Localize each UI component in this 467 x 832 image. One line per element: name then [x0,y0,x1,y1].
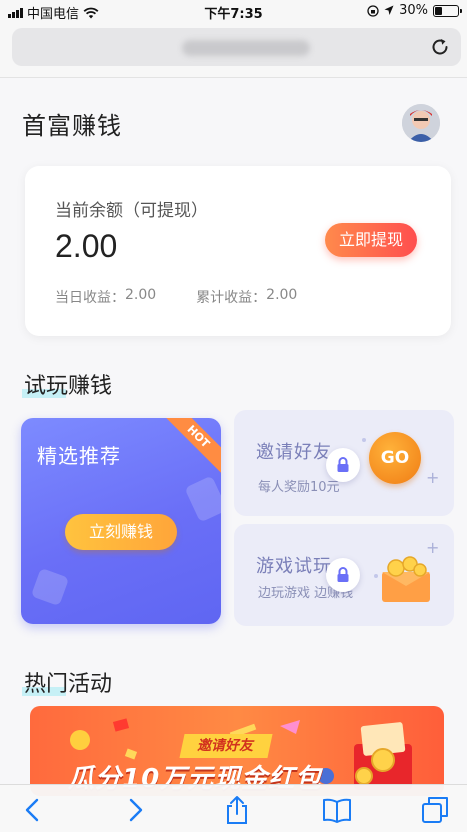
browser-address-area [0,22,467,78]
game-trial-title: 游戏试玩 [256,556,332,577]
hot-badge: HOT [159,418,221,476]
avatar-image [402,104,440,142]
go-button[interactable]: GO [369,432,421,484]
avatar[interactable] [402,104,440,142]
game-trial-card[interactable]: 游戏试玩 边玩游戏 边赚钱 + [234,524,454,626]
lock-rotation-icon [367,4,379,17]
recommend-title: 精选推荐 [37,444,121,468]
reload-icon[interactable] [429,36,451,58]
earnings-row: 当日收益： 2.00 累计收益： 2.00 [55,287,297,307]
decor-shape [184,475,221,523]
red-envelope-icon [354,722,412,790]
lock-icon [326,448,360,482]
today-earnings-label: 当日收益： [55,290,125,306]
balance-value: 2.00 [55,228,118,264]
back-icon[interactable] [18,795,48,825]
decor-dot [362,438,366,442]
activity-section-title: 热门活动 [22,666,113,698]
banner-tag: 邀请好友 [179,734,273,758]
invite-title: 邀请好友 [256,442,332,463]
total-earnings: 累计收益： 2.00 [196,287,297,307]
invite-subtitle: 每人奖励10元 [258,480,340,495]
invite-card[interactable]: 邀请好友 每人奖励10元 GO + [234,410,454,516]
page-title: 首富赚钱 [22,112,122,140]
today-earnings: 当日收益： 2.00 [55,287,156,307]
bookmarks-icon[interactable] [322,795,352,825]
withdraw-button[interactable]: 立即提现 [325,223,417,257]
total-earnings-value: 2.00 [266,287,298,303]
battery-fill [435,6,442,15]
battery-percent: 30% [399,3,428,18]
lock-icon [326,558,360,592]
total-earnings-label: 累计收益： [196,290,267,306]
share-icon[interactable] [222,795,252,825]
status-bar: 中国电信 下午7:35 30% [0,0,467,22]
today-earnings-value: 2.00 [125,287,157,303]
recommend-card[interactable]: 精选推荐 HOT 立刻赚钱 [21,418,221,624]
forward-icon[interactable] [120,795,150,825]
location-icon [384,5,394,15]
tabs-icon[interactable] [420,795,450,825]
plus-icon: + [426,538,440,557]
browser-toolbar [0,784,467,832]
invite-friends-banner[interactable]: 邀请好友 瓜分10万元现金红包 [30,706,444,796]
trial-section-title-text: 试玩赚钱 [24,374,113,399]
decor-shape [30,567,70,607]
balance-card: 当前余额（可提现） 2.00 立即提现 当日收益： 2.00 累计收益： 2.0… [25,166,451,336]
decor-dot [374,574,378,578]
battery-icon [433,4,462,17]
wallet-coins-icon [382,556,430,602]
trial-section-title: 试玩赚钱 [22,368,113,400]
address-bar[interactable] [12,28,461,66]
activity-section-title-text: 热门活动 [24,672,113,697]
plus-icon: + [426,468,440,487]
status-right: 30% [367,3,462,18]
balance-label: 当前余额（可提现） [55,201,208,221]
url-text-blurred [182,40,310,56]
earn-now-button[interactable]: 立刻赚钱 [65,514,177,550]
